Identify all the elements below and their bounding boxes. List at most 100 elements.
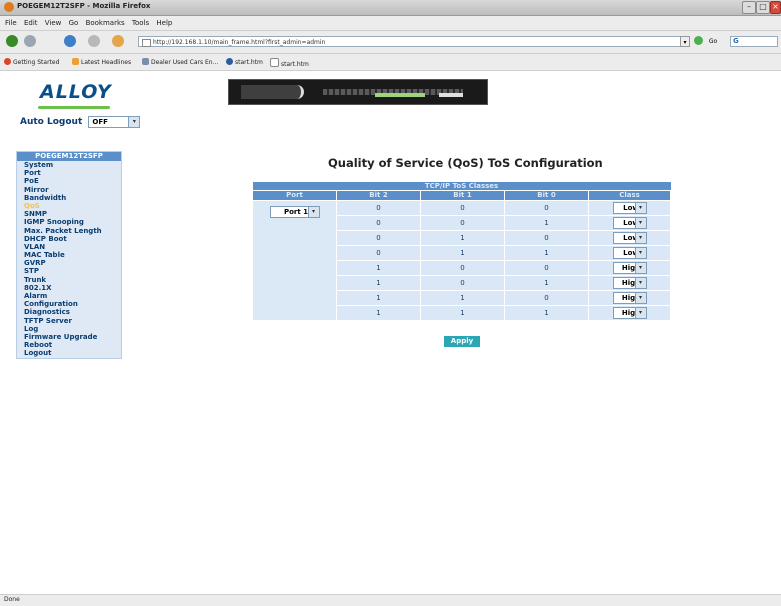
sidebar-item-mirror[interactable]: Mirror	[17, 186, 121, 194]
sidebar-nav: POEGEM12T2SFP System Port PoE Mirror Bandwid…	[16, 151, 122, 359]
bookmark-latest-headlines[interactable]: Latest Headlines	[72, 58, 131, 66]
device-sfp-ports	[439, 93, 463, 97]
reload-button[interactable]	[64, 35, 76, 47]
home-button[interactable]	[112, 35, 124, 47]
bit1-cell: 0	[420, 215, 505, 231]
bit1-cell: 0	[420, 200, 505, 216]
forward-button[interactable]	[24, 35, 36, 47]
rss-icon	[72, 58, 79, 65]
port-cell: Port 1 ▾	[252, 200, 337, 321]
chevron-down-icon: ▾	[634, 308, 646, 318]
search-input[interactable]: G	[730, 36, 778, 47]
folder-icon	[142, 58, 149, 65]
class-cell: Low ▾	[587, 215, 672, 231]
sidebar-item-802-1x[interactable]: 802.1X	[17, 284, 121, 292]
page-small-icon	[270, 58, 279, 67]
class-cell: High ▾	[587, 275, 672, 291]
bit1-cell: 1	[420, 245, 505, 261]
bit0-cell: 0	[504, 230, 589, 246]
column-header-port: Port	[252, 190, 337, 201]
bit0-cell: 1	[504, 275, 589, 291]
port-select[interactable]: Port 1 ▾	[269, 206, 320, 218]
class-select[interactable]: High ▾	[612, 277, 647, 289]
menu-file[interactable]: File	[5, 19, 17, 27]
go-label[interactable]: Go	[708, 36, 718, 47]
bit0-cell: 0	[504, 260, 589, 276]
sidebar-item-bandwidth[interactable]: Bandwidth	[17, 194, 121, 202]
table-body: Port 1 ▾ 0 0 0 Low ▾ 0 0 1 Low ▾ 0 1 0 Low ▾ 0 1 1 Low ▾ 1 0 0 Hi…	[252, 200, 672, 321]
menu-go[interactable]: Go	[69, 19, 79, 27]
sidebar-item-dhcp-boot[interactable]: DHCP Boot	[17, 235, 121, 243]
class-cell: Low ▾	[587, 245, 672, 261]
menu-view[interactable]: View	[45, 19, 62, 27]
address-dropdown[interactable]: ▾	[680, 36, 690, 47]
chevron-down-icon: ▾	[634, 248, 646, 258]
device-port-leds	[375, 93, 425, 97]
back-button[interactable]	[6, 35, 18, 47]
bit0-cell: 1	[504, 215, 589, 231]
class-select[interactable]: Low ▾	[612, 202, 647, 214]
stop-button[interactable]	[88, 35, 100, 47]
sidebar-item-trunk[interactable]: Trunk	[17, 276, 121, 284]
bit2-cell: 1	[336, 260, 421, 276]
auto-logout-label: Auto Logout	[20, 117, 83, 127]
sidebar-item-log[interactable]: Log	[17, 325, 121, 333]
maximize-button[interactable]: □	[756, 1, 770, 14]
sidebar-item-stp[interactable]: STP	[17, 267, 121, 275]
sidebar-item-system[interactable]: System	[17, 161, 121, 169]
bookmarks-toolbar: Getting Started Latest Headlines Dealer …	[0, 54, 781, 71]
class-cell: Low ▾	[587, 200, 672, 216]
menu-tools[interactable]: Tools	[132, 19, 149, 27]
chevron-down-icon: ▾	[634, 278, 646, 288]
bit2-cell: 0	[336, 245, 421, 261]
sidebar-item-qos[interactable]: QoS	[17, 202, 121, 210]
class-select[interactable]: High ▾	[612, 262, 647, 274]
sidebar-title: POEGEM12T2SFP	[17, 152, 121, 161]
class-select[interactable]: High ▾	[612, 292, 647, 304]
go-button[interactable]	[694, 36, 703, 45]
sidebar-item-port[interactable]: Port	[17, 169, 121, 177]
column-header-bit1: Bit 1	[420, 190, 505, 201]
class-select[interactable]: Low ▾	[612, 247, 647, 259]
sidebar-item-poe[interactable]: PoE	[17, 177, 121, 185]
menu-edit[interactable]: Edit	[24, 19, 38, 27]
bit1-cell: 1	[420, 230, 505, 246]
sidebar-item-mac-table[interactable]: MAC Table	[17, 251, 121, 259]
minimize-button[interactable]: –	[742, 1, 756, 14]
sidebar-item-snmp[interactable]: SNMP	[17, 210, 121, 218]
bookmark-start-2[interactable]: start.htm	[270, 58, 309, 68]
sidebar-item-configuration[interactable]: Configuration	[17, 300, 121, 308]
menu-bookmarks[interactable]: Bookmarks	[86, 19, 125, 27]
chevron-down-icon: ▾	[634, 233, 646, 243]
column-header-class: Class	[587, 190, 672, 201]
sidebar-item-alarm[interactable]: Alarm	[17, 292, 121, 300]
chevron-down-icon: ▾	[128, 117, 140, 127]
menu-help[interactable]: Help	[156, 19, 172, 27]
firefox-small-icon	[4, 58, 11, 65]
class-select[interactable]: High ▾	[612, 307, 647, 319]
sidebar-item-firmware-upgrade[interactable]: Firmware Upgrade	[17, 333, 121, 341]
sidebar-item-logout[interactable]: Logout	[17, 349, 121, 357]
address-bar[interactable]: http://192.168.1.10/main_frame.html?firs…	[138, 36, 684, 47]
bit2-cell: 0	[336, 215, 421, 231]
close-button[interactable]: ×	[770, 1, 781, 14]
chevron-down-icon: ▾	[634, 293, 646, 303]
bit0-cell: 0	[504, 290, 589, 306]
bookmark-dealer-used-cars[interactable]: Dealer Used Cars En...	[142, 58, 218, 66]
bookmark-getting-started[interactable]: Getting Started	[4, 58, 59, 66]
chevron-down-icon: ▾	[634, 203, 646, 213]
column-header-bit2: Bit 2	[336, 190, 421, 201]
class-select[interactable]: Low ▾	[612, 232, 647, 244]
bookmark-start-1[interactable]: start.htm	[226, 58, 263, 66]
sidebar-item-gvrp[interactable]: GVRP	[17, 259, 121, 267]
apply-button[interactable]: Apply	[444, 336, 480, 347]
auto-logout-select[interactable]: OFF ▾	[88, 116, 141, 128]
sidebar-item-diagnostics[interactable]: Diagnostics	[17, 308, 121, 316]
sidebar-item-max-packet-length[interactable]: Max. Packet Length	[17, 227, 121, 235]
sidebar-item-reboot[interactable]: Reboot	[17, 341, 121, 349]
bit2-cell: 0	[336, 200, 421, 216]
sidebar-item-vlan[interactable]: VLAN	[17, 243, 121, 251]
sidebar-item-tftp-server[interactable]: TFTP Server	[17, 317, 121, 325]
class-select[interactable]: Low ▾	[612, 217, 647, 229]
sidebar-item-igmp-snooping[interactable]: IGMP Snooping	[17, 218, 121, 226]
